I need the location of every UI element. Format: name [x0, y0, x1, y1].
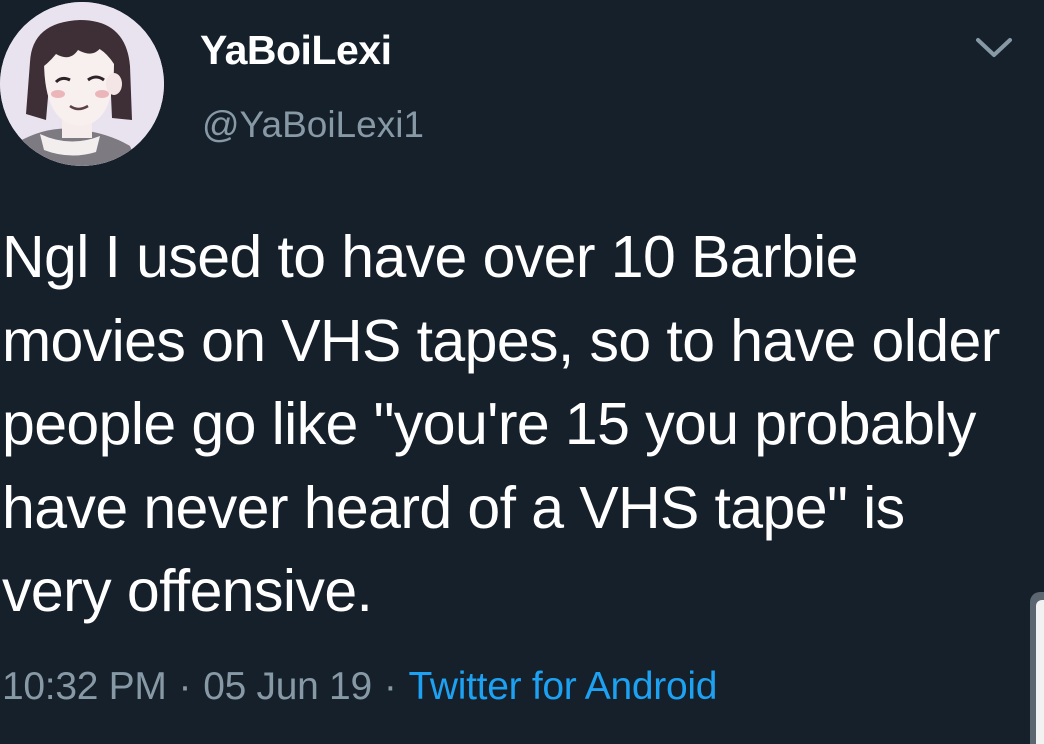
display-name[interactable]: YaBoiLexi: [200, 26, 392, 74]
tweet-meta: 10:32 PM · 05 Jun 19 · Twitter for Android: [2, 664, 717, 710]
meta-separator: ·: [383, 665, 397, 708]
scrollbar-thumb[interactable]: [1036, 600, 1044, 744]
avatar[interactable]: [0, 2, 164, 166]
chevron-down-icon[interactable]: [972, 30, 1016, 64]
tweet-source-link[interactable]: Twitter for Android: [409, 665, 718, 708]
cartoon-avatar-icon: [0, 2, 164, 166]
meta-separator: ·: [178, 665, 192, 708]
tweet-text: Ngl I used to have over 10 Barbie movies…: [2, 224, 1000, 624]
tweet-date[interactable]: 05 Jun 19: [203, 665, 372, 708]
tweet-time[interactable]: 10:32 PM: [2, 665, 167, 708]
user-handle[interactable]: @YaBoiLexi1: [202, 103, 424, 147]
